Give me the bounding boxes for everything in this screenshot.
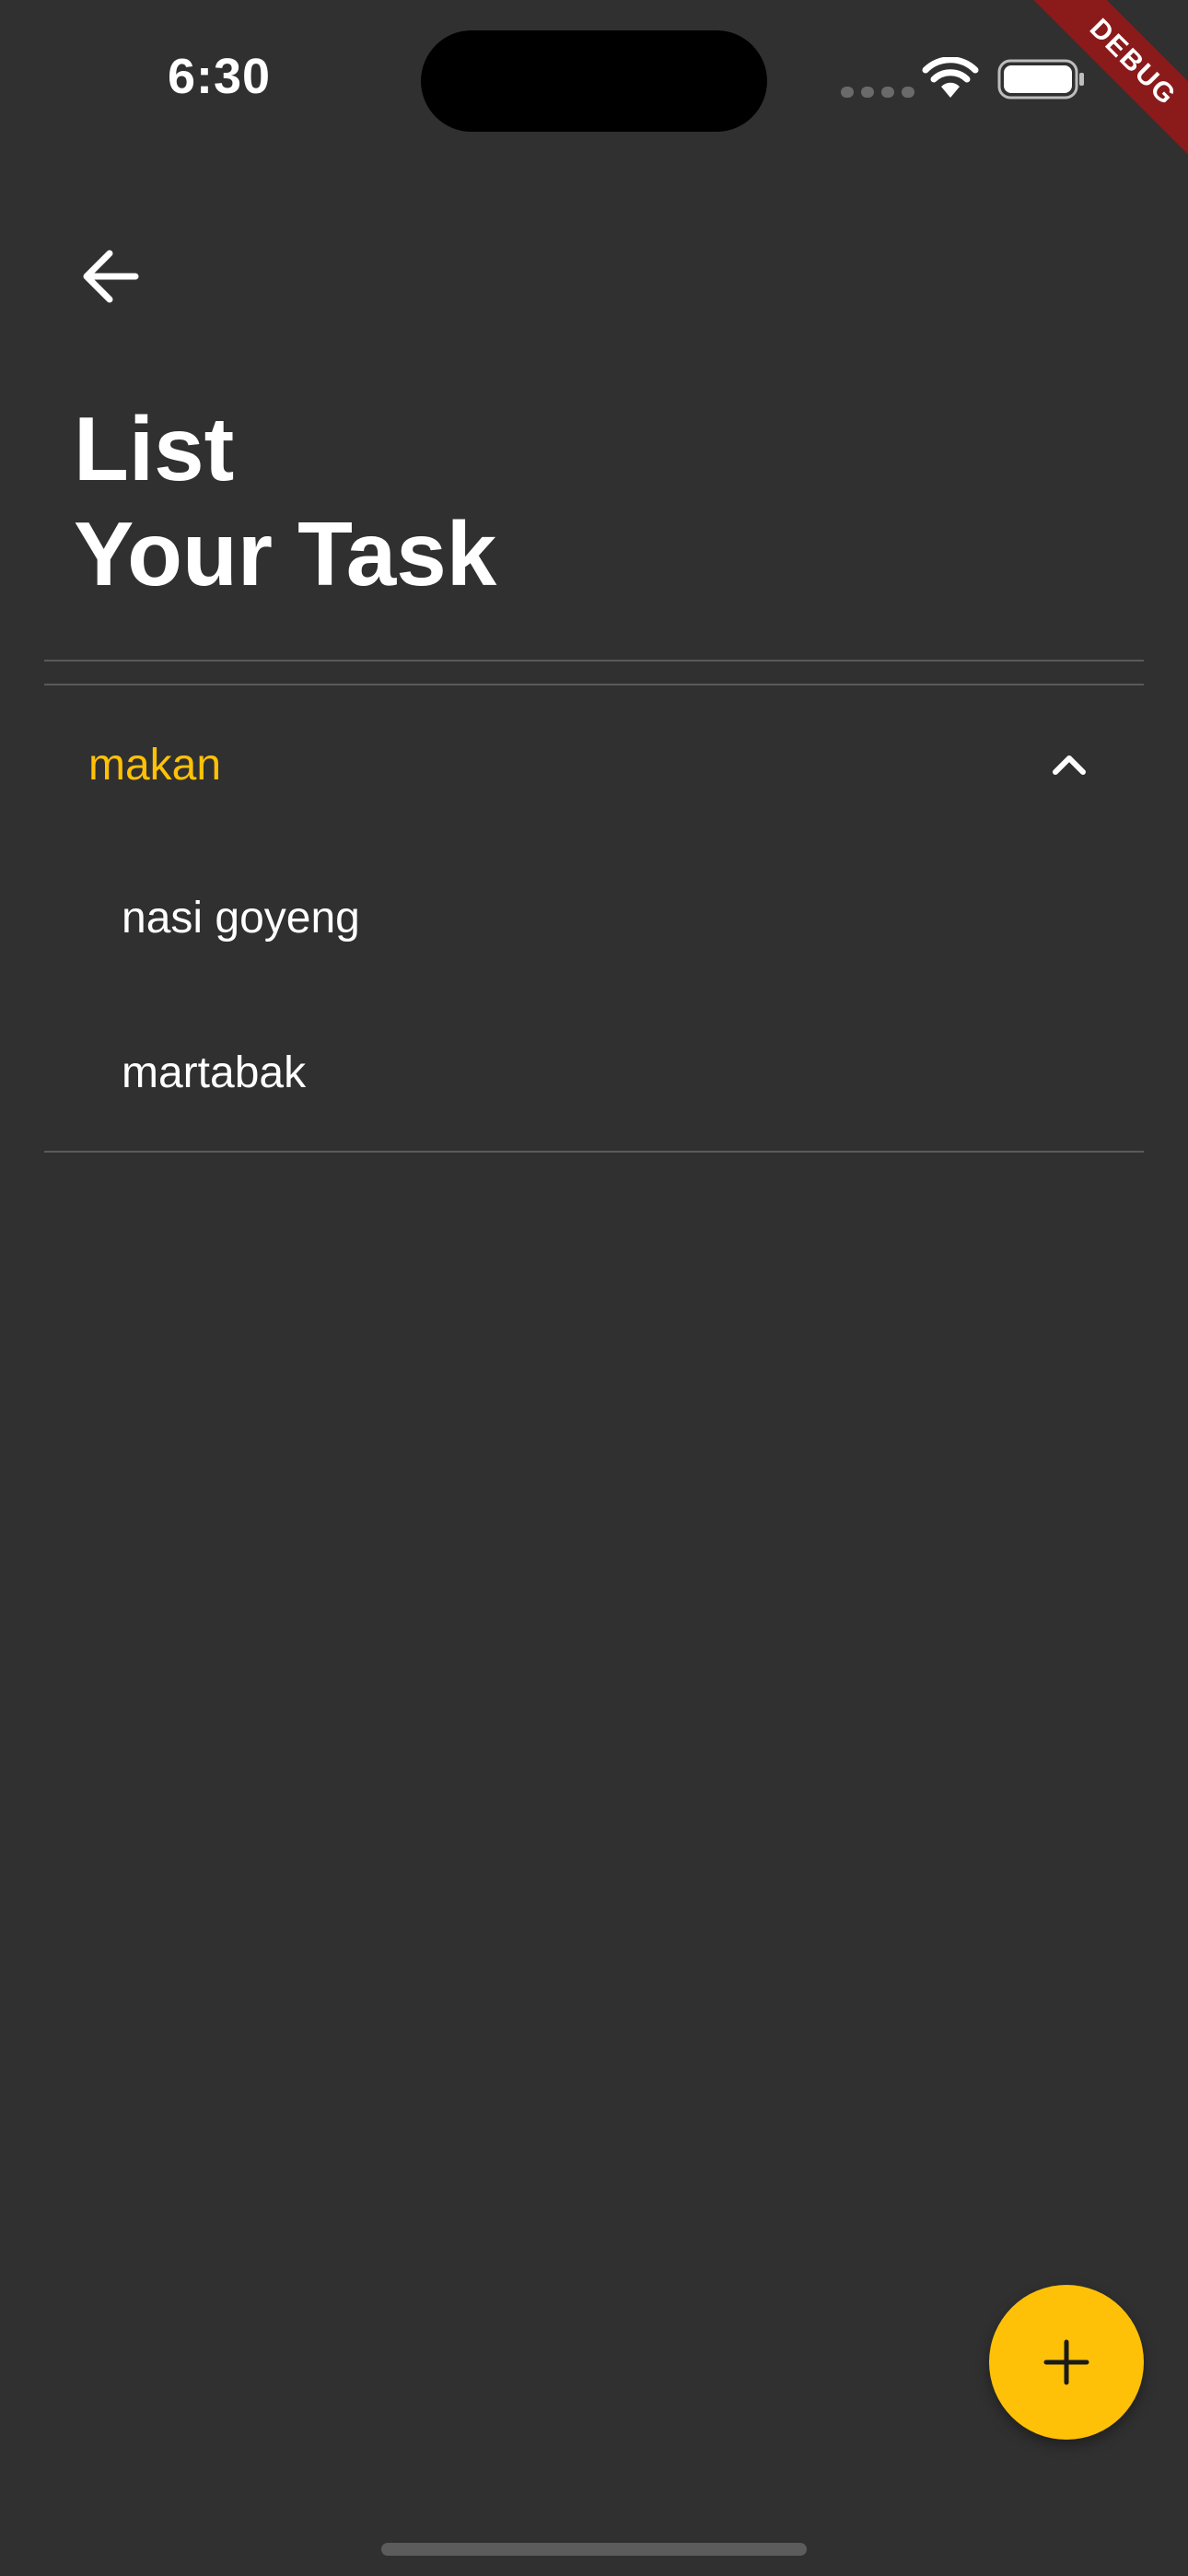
add-task-button[interactable] <box>989 2285 1144 2440</box>
dynamic-island <box>421 30 767 132</box>
expansion-top-divider <box>44 684 1144 685</box>
header-divider <box>44 660 1144 662</box>
battery-icon <box>997 59 1084 100</box>
expansion-bottom-divider <box>44 1151 1144 1153</box>
home-indicator[interactable] <box>381 2543 807 2556</box>
page-title-line-2: Your Task <box>74 503 497 604</box>
chevron-up-icon <box>1053 755 1086 775</box>
task-item[interactable]: martabak <box>44 995 1144 1150</box>
status-bar-time: 6:30 <box>168 49 272 104</box>
category-label: makan <box>88 740 222 790</box>
task-label: nasi goyeng <box>122 893 360 943</box>
cellular-signal-icon <box>841 87 914 98</box>
category-expansion-header[interactable]: makan <box>44 696 1144 834</box>
task-label: martabak <box>122 1048 307 1097</box>
wifi-icon <box>922 57 979 98</box>
back-button[interactable] <box>64 230 157 322</box>
page-title-line-1: List <box>74 398 235 499</box>
plus-icon <box>1043 2339 1089 2385</box>
arrow-back-icon <box>83 250 139 303</box>
page-title: List Your Task <box>74 396 496 606</box>
task-item[interactable]: nasi goyeng <box>44 840 1144 995</box>
